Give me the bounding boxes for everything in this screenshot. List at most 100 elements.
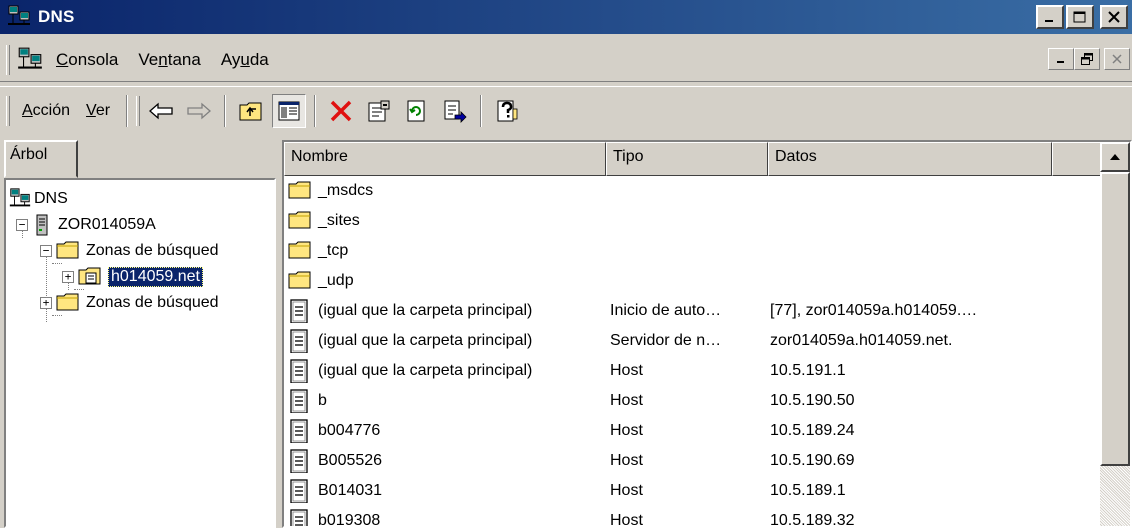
cell-datos: [77], zor014059a.h014059.… — [770, 302, 978, 319]
column-header-nombre[interactable]: Nombre — [284, 142, 606, 176]
record-icon — [288, 389, 312, 413]
close-button[interactable] — [1100, 5, 1128, 29]
export-list-button[interactable] — [438, 94, 472, 128]
scroll-up-button[interactable] — [1100, 142, 1130, 172]
list-item[interactable]: b004776 Host 10.5.189.24 — [284, 416, 1096, 446]
window-title: DNS — [38, 7, 75, 26]
menu-ventana[interactable]: Ventana — [132, 50, 214, 70]
record-icon — [288, 359, 312, 383]
collapse-toggle[interactable]: − — [16, 219, 28, 231]
cell-tipo: Servidor de n… — [610, 332, 722, 349]
title-bar: DNS — [0, 0, 1132, 34]
menu-ayuda[interactable]: Ayuda — [215, 50, 283, 70]
expand-toggle[interactable]: + — [62, 271, 74, 283]
list-item[interactable]: b019308 Host 10.5.189.32 — [284, 506, 1096, 528]
record-name: B005526 — [318, 452, 383, 469]
child-restore-button[interactable] — [1074, 48, 1100, 70]
minimize-icon — [1057, 61, 1064, 63]
close-icon — [1112, 54, 1122, 64]
refresh-button[interactable] — [400, 94, 434, 128]
cell-nombre: _sites — [284, 209, 606, 233]
toolbar-grip[interactable] — [6, 95, 10, 126]
record-icon — [288, 509, 312, 526]
record-icon — [288, 479, 312, 503]
cell-tipo: Host — [610, 482, 643, 499]
record-icon — [288, 329, 312, 353]
show-hide-tree-button[interactable] — [272, 93, 307, 128]
column-header-empty[interactable] — [1052, 142, 1102, 176]
delete-button[interactable] — [324, 94, 358, 128]
menu-consola[interactable]: Consola — [50, 50, 132, 70]
cell-datos: 10.5.191.1 — [770, 362, 846, 379]
cell-datos: 10.5.189.24 — [770, 422, 855, 439]
column-header-datos[interactable]: Datos — [768, 142, 1052, 176]
child-close-button[interactable] — [1104, 48, 1130, 70]
record-name: b004776 — [318, 422, 381, 439]
list-header: Nombre Tipo Datos — [284, 142, 1102, 176]
tree-node-reverse-zones[interactable]: + Zonas de búsqued — [40, 290, 219, 316]
collapse-toggle[interactable]: − — [40, 245, 52, 257]
back-button[interactable] — [144, 94, 178, 128]
list-item[interactable]: _udp — [284, 266, 1096, 296]
accion-menu[interactable]: Acción — [16, 102, 80, 120]
menubar-grip[interactable] — [6, 44, 10, 75]
cell-nombre: B005526 — [284, 449, 606, 473]
folder-icon — [288, 209, 312, 233]
minimize-button[interactable] — [1036, 5, 1064, 29]
list-item[interactable]: _tcp — [284, 236, 1096, 266]
minimize-icon — [1045, 20, 1053, 22]
list-item[interactable]: b Host 10.5.190.50 — [284, 386, 1096, 416]
tree-node-forward-zones[interactable]: − Zonas de búsqued — [40, 238, 219, 264]
properties-icon — [368, 100, 390, 121]
child-minimize-button[interactable] — [1048, 48, 1074, 70]
scroll-thumb[interactable] — [1100, 172, 1130, 466]
restore-icon — [1081, 53, 1093, 65]
ver-menu[interactable]: Ver — [80, 102, 120, 120]
list-item[interactable]: (igual que la carpeta principal) Servidor… — [284, 326, 1096, 356]
folder-icon — [288, 239, 312, 263]
tree-node-zone-h014059-net[interactable]: + h014059.net — [62, 264, 203, 290]
delete-x-icon — [330, 100, 352, 121]
forward-button[interactable] — [182, 94, 216, 128]
up-one-level-button[interactable] — [234, 94, 268, 128]
dns-app-icon[interactable] — [6, 4, 32, 30]
tree-pane-icon — [278, 101, 300, 120]
record-name: (igual que la carpeta principal) — [318, 362, 533, 379]
tree-node-server[interactable]: − ZOR014059A — [16, 212, 156, 238]
dns-icon — [8, 187, 32, 211]
cell-nombre: _msdcs — [284, 179, 606, 203]
cell-datos: 10.5.189.32 — [770, 512, 855, 528]
cell-tipo: Host — [610, 362, 643, 379]
close-icon — [1108, 11, 1120, 23]
tree-node-dns[interactable]: DNS — [8, 186, 68, 212]
list-item[interactable]: B014031 Host 10.5.189.1 — [284, 476, 1096, 506]
cell-nombre: b004776 — [284, 419, 606, 443]
properties-button[interactable] — [362, 94, 396, 128]
tree-node-label-selected: h014059.net — [108, 267, 203, 287]
list-item[interactable]: (igual que la carpeta principal) Inicio d… — [284, 296, 1096, 326]
vertical-scrollbar[interactable] — [1100, 142, 1130, 526]
list-item[interactable]: B005526 Host 10.5.190.69 — [284, 446, 1096, 476]
console-menu-icon[interactable] — [16, 46, 44, 74]
toolbar-separator — [224, 94, 227, 127]
cell-nombre: (igual que la carpeta principal) — [284, 299, 606, 323]
export-list-icon — [444, 100, 467, 123]
cell-nombre: b019308 — [284, 509, 606, 526]
list-item[interactable]: _msdcs — [284, 176, 1096, 206]
maximize-icon — [1073, 11, 1086, 23]
cell-tipo: Host — [610, 422, 643, 439]
help-icon — [497, 100, 518, 121]
help-button[interactable] — [490, 94, 524, 128]
console-tree: DNS − ZOR014059A − Zonas de búsqued + h0… — [4, 178, 276, 528]
record-name: (igual que la carpeta principal) — [318, 302, 533, 319]
expand-toggle[interactable]: + — [40, 297, 52, 309]
folder-icon — [56, 291, 80, 315]
column-header-tipo[interactable]: Tipo — [606, 142, 768, 176]
cell-datos: 10.5.190.50 — [770, 392, 855, 409]
maximize-button[interactable] — [1066, 5, 1094, 29]
list-item[interactable]: _sites — [284, 206, 1096, 236]
menu-bar: Consola Ventana Ayuda — [0, 38, 1132, 82]
list-item[interactable]: (igual que la carpeta principal) Host 10.5… — [284, 356, 1096, 386]
toolbar-grip[interactable] — [136, 95, 141, 126]
tab-arbol[interactable]: Árbol — [4, 140, 78, 178]
